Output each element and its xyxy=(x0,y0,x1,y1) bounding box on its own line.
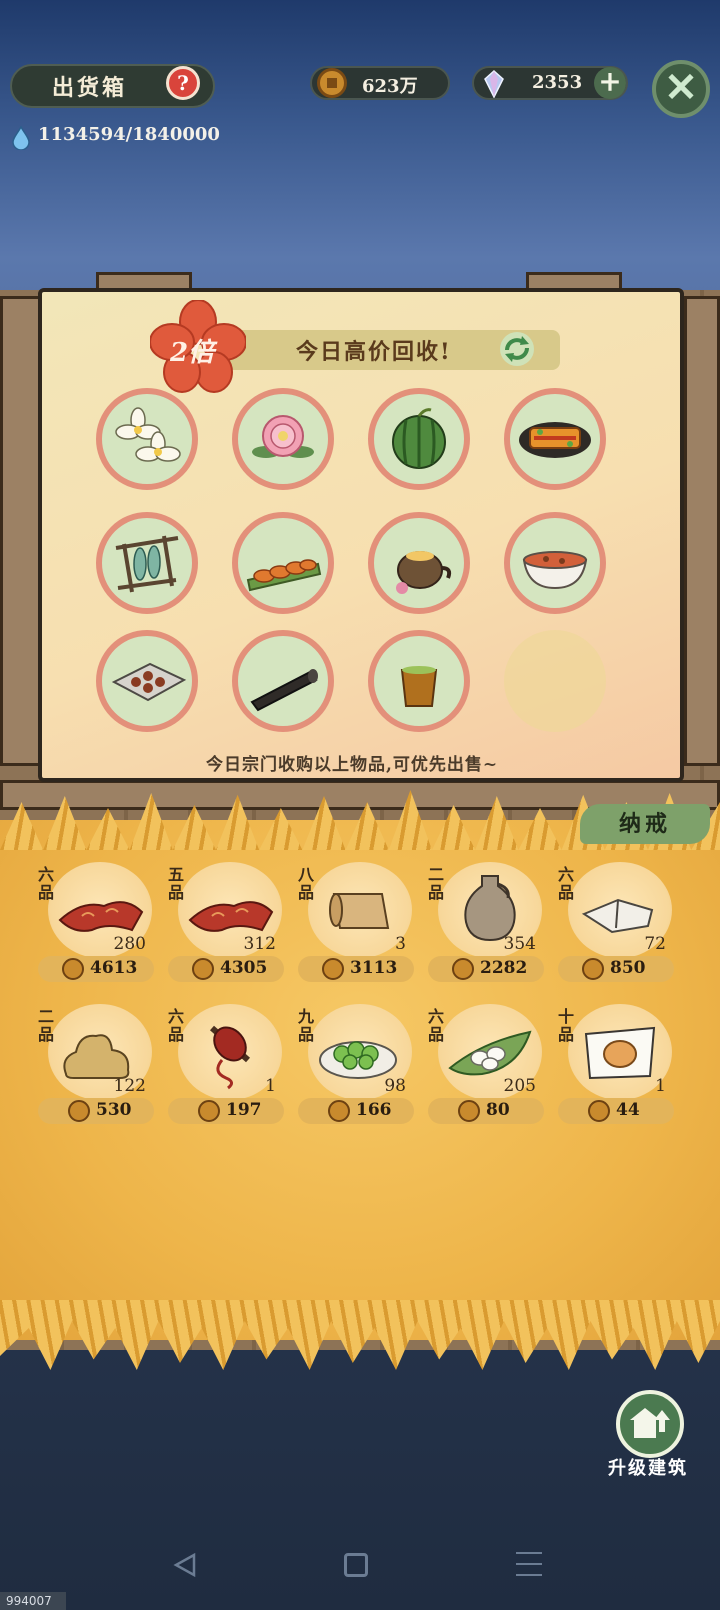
coin-icon xyxy=(317,68,347,98)
item-quantity: 205 xyxy=(503,1076,536,1096)
inventory-item[interactable]: 六品 280 4613 xyxy=(34,862,162,1012)
add-gems-button[interactable]: + xyxy=(594,67,626,99)
poster-item[interactable] xyxy=(368,512,470,614)
poster-item[interactable] xyxy=(96,630,198,732)
coin-icon xyxy=(322,958,344,980)
item-price: 3113 xyxy=(350,958,398,978)
upgrade-building-button[interactable] xyxy=(616,1390,684,1458)
inventory-item[interactable]: 六品 1 197 xyxy=(164,1004,292,1154)
inventory-item[interactable]: 六品 205 80 xyxy=(424,1004,552,1154)
item-quantity: 354 xyxy=(503,934,536,954)
upgrade-building-icon xyxy=(630,1408,670,1438)
item-price: 44 xyxy=(616,1100,640,1120)
gem-icon xyxy=(484,70,504,98)
item-price: 80 xyxy=(486,1100,510,1120)
banner-text: 今日高价回收! xyxy=(296,339,452,365)
inventory-item[interactable]: 二品 122 530 xyxy=(34,1004,162,1154)
coin-icon xyxy=(582,958,604,980)
item-quantity: 3 xyxy=(395,934,406,954)
poster-item[interactable] xyxy=(504,512,606,614)
ink-stick-icon xyxy=(250,669,318,712)
item-quantity: 312 xyxy=(243,934,276,954)
coin-icon xyxy=(588,1100,610,1122)
poster-item[interactable] xyxy=(96,388,198,490)
item-quantity: 280 xyxy=(113,934,146,954)
item-price: 197 xyxy=(226,1100,262,1120)
inventory-item[interactable]: 十品 1 44 xyxy=(554,1004,682,1154)
coin-icon xyxy=(458,1100,480,1122)
inventory-item[interactable]: 九品 98 166 xyxy=(294,1004,422,1154)
coin-icon xyxy=(198,1100,220,1122)
menu-icon[interactable] xyxy=(516,1552,542,1585)
red-fabric-icon xyxy=(188,901,274,932)
inventory-item[interactable]: 六品 72 850 xyxy=(554,862,682,1012)
inventory-item[interactable]: 二品 354 2282 xyxy=(424,862,552,1012)
straw-fringe-bottom xyxy=(0,1300,720,1370)
item-price: 2282 xyxy=(480,958,528,978)
dried-fish-rack-icon xyxy=(115,535,179,593)
refresh-icon[interactable] xyxy=(498,330,536,368)
fried-shrimp-icon xyxy=(246,559,322,592)
gem-amount: 2353 xyxy=(532,72,583,93)
white-flower-icon xyxy=(115,407,181,462)
cloth-bundle-icon xyxy=(581,898,654,934)
coin-icon xyxy=(68,1100,90,1122)
poster-item[interactable] xyxy=(232,512,334,614)
eggs-on-leaf-icon xyxy=(448,1030,532,1076)
inventory-item[interactable]: 八品 3 3113 xyxy=(294,862,422,1012)
poster-item[interactable] xyxy=(96,512,198,614)
poster-item[interactable] xyxy=(232,630,334,732)
item-price: 4305 xyxy=(220,958,268,978)
item-quantity: 1 xyxy=(655,1076,666,1096)
poster-item[interactable] xyxy=(368,630,470,732)
ore-icon xyxy=(63,1034,130,1079)
build-id: 994007 xyxy=(0,1592,66,1610)
poster-item[interactable] xyxy=(504,388,606,490)
item-quantity: 72 xyxy=(644,934,666,954)
scroll-icon xyxy=(329,893,390,929)
close-button[interactable]: ✕ xyxy=(652,60,710,118)
item-quantity: 1 xyxy=(265,1076,276,1096)
grilled-dish-icon xyxy=(519,422,591,458)
coin-icon xyxy=(62,958,84,980)
back-icon[interactable] xyxy=(172,1552,198,1578)
page-title: 出货箱 xyxy=(52,75,128,101)
upgrade-building-label: 升级建筑 xyxy=(608,1458,688,1479)
poster-footer: 今日宗门收购以上物品,可优先出售~ xyxy=(206,755,499,775)
water-capacity: 1134594/1840000 xyxy=(38,124,220,145)
soup-bowl-icon xyxy=(522,551,588,590)
pink-peony-icon xyxy=(252,415,314,458)
home-icon[interactable] xyxy=(344,1553,368,1577)
coin-icon xyxy=(328,1100,350,1122)
storage-ring-tab[interactable]: 纳戒 xyxy=(580,804,710,844)
question-mark-icon[interactable]: ? xyxy=(166,66,200,100)
item-quantity: 98 xyxy=(384,1076,406,1096)
wall-post-right xyxy=(684,296,720,766)
wall-post-left xyxy=(0,296,42,766)
pastry-tray-icon xyxy=(111,662,187,702)
teapot-icon xyxy=(396,551,452,594)
item-price: 530 xyxy=(96,1100,132,1120)
watermelon-icon xyxy=(392,408,446,469)
bun-on-paper-icon xyxy=(584,1026,656,1080)
poster-item[interactable] xyxy=(232,388,334,490)
poster-item[interactable] xyxy=(368,388,470,490)
multiplier-label: 2倍 xyxy=(170,338,215,368)
tea-cup-icon xyxy=(400,666,438,707)
item-price: 4613 xyxy=(90,958,138,978)
inventory-item[interactable]: 五品 312 4305 xyxy=(164,862,292,1012)
coin-icon xyxy=(192,958,214,980)
red-fabric-icon xyxy=(58,901,144,932)
item-price: 850 xyxy=(610,958,646,978)
empty-slot xyxy=(504,630,606,732)
coin-icon xyxy=(452,958,474,980)
coin-amount: 623万 xyxy=(362,76,418,97)
item-quantity: 122 xyxy=(113,1076,146,1096)
item-price: 166 xyxy=(356,1100,392,1120)
water-drop-icon xyxy=(12,126,30,150)
